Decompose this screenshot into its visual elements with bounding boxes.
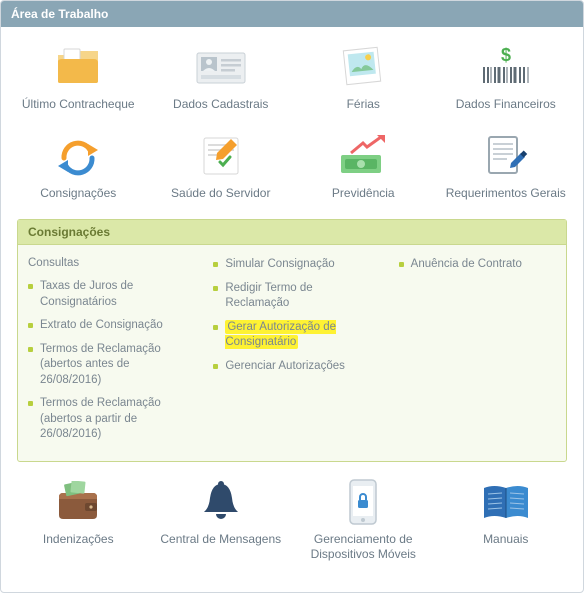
sub-panel-title: Consignações bbox=[18, 220, 566, 245]
open-book-icon bbox=[441, 478, 571, 526]
tile-label: Consignações bbox=[13, 186, 143, 201]
link-simular-consignacao[interactable]: Simular Consignação bbox=[213, 253, 370, 277]
tile-indenizacoes[interactable]: Indenizações bbox=[13, 478, 143, 562]
panel-body: Último Contracheque Dados Cadastr bbox=[1, 27, 583, 592]
tile-row-1: Último Contracheque Dados Cadastr bbox=[7, 37, 577, 126]
link-list-outros: Anuência de Contrato bbox=[399, 253, 556, 277]
link-gerar-autorizacao[interactable]: Gerar Autorização de Consignatário bbox=[213, 316, 370, 355]
refresh-arrows-icon bbox=[13, 132, 143, 180]
tile-manuais[interactable]: Manuais bbox=[441, 478, 571, 562]
tile-label: Férias bbox=[298, 97, 428, 112]
vacation-photo-icon bbox=[298, 43, 428, 91]
tile-label: Último Contracheque bbox=[13, 97, 143, 112]
link-taxas-juros[interactable]: Taxas de Juros de Consignatários bbox=[28, 275, 185, 314]
sub-col-acoes: Simular Consignação Redigir Termo de Rec… bbox=[213, 253, 370, 447]
work-area-panel: Área de Trabalho Último Contracheque bbox=[0, 0, 584, 593]
cash-growth-icon bbox=[298, 132, 428, 180]
tile-label: Dados Financeiros bbox=[441, 97, 571, 112]
health-note-icon bbox=[156, 132, 286, 180]
sub-col-consultas: Consultas Taxas de Juros de Consignatári… bbox=[28, 253, 185, 447]
id-card-icon bbox=[156, 43, 286, 91]
tile-row-3: Indenizações Central de Mensagens bbox=[7, 472, 577, 576]
tile-label: Saúde do Servidor bbox=[156, 186, 286, 201]
tile-ultimo-contracheque[interactable]: Último Contracheque bbox=[13, 43, 143, 112]
sub-panel-body: Consultas Taxas de Juros de Consignatári… bbox=[18, 245, 566, 461]
tile-ger-disp-moveis[interactable]: Gerenciamento de Dispositivos Móveis bbox=[298, 478, 428, 562]
document-edit-icon bbox=[441, 132, 571, 180]
link-termos-depois[interactable]: Termos de Reclamação (abertos a partir d… bbox=[28, 392, 185, 447]
folder-icon bbox=[13, 43, 143, 91]
tile-central-mensagens[interactable]: Central de Mensagens bbox=[156, 478, 286, 562]
link-anuencia-contrato[interactable]: Anuência de Contrato bbox=[399, 253, 556, 277]
link-list-acoes: Simular Consignação Redigir Termo de Rec… bbox=[213, 253, 370, 378]
tile-ferias[interactable]: Férias bbox=[298, 43, 428, 112]
wallet-icon bbox=[13, 478, 143, 526]
tile-label: Requerimentos Gerais bbox=[441, 186, 571, 201]
tile-label: Manuais bbox=[441, 532, 571, 547]
sub-col-header: Consultas bbox=[28, 257, 185, 269]
tile-dados-financeiros[interactable]: $ Dados Financeiros bbox=[441, 43, 571, 112]
link-termos-antes[interactable]: Termos de Reclamação (abertos antes de 2… bbox=[28, 338, 185, 393]
link-redigir-termo[interactable]: Redigir Termo de Reclamação bbox=[213, 277, 370, 316]
link-gerenciar-autorizacoes[interactable]: Gerenciar Autorizações bbox=[213, 355, 370, 379]
sub-col-outros: Anuência de Contrato bbox=[399, 253, 556, 447]
bell-icon bbox=[156, 478, 286, 526]
tile-previdencia[interactable]: Previdência bbox=[298, 132, 428, 201]
panel-title: Área de Trabalho bbox=[1, 1, 583, 27]
tile-requerimentos-gerais[interactable]: Requerimentos Gerais bbox=[441, 132, 571, 201]
svg-text:$: $ bbox=[501, 47, 511, 65]
money-barcode-icon: $ bbox=[441, 43, 571, 91]
tile-row-2: Consignações Saúde do Servidor bbox=[7, 126, 577, 215]
link-extrato-consignacao[interactable]: Extrato de Consignação bbox=[28, 314, 185, 338]
tile-consignacoes[interactable]: Consignações bbox=[13, 132, 143, 201]
tile-label: Gerenciamento de Dispositivos Móveis bbox=[298, 532, 428, 562]
tile-label: Indenizações bbox=[13, 532, 143, 547]
tile-label: Dados Cadastrais bbox=[156, 97, 286, 112]
tile-dados-cadastrais[interactable]: Dados Cadastrais bbox=[156, 43, 286, 112]
phone-lock-icon bbox=[298, 478, 428, 526]
consignacoes-sub-panel: Consignações Consultas Taxas de Juros de… bbox=[17, 219, 567, 462]
tile-label: Previdência bbox=[298, 186, 428, 201]
tile-label: Central de Mensagens bbox=[156, 532, 286, 547]
highlight: Gerar Autorização de Consignatário bbox=[225, 320, 336, 350]
tile-saude-servidor[interactable]: Saúde do Servidor bbox=[156, 132, 286, 201]
link-list-consultas: Taxas de Juros de Consignatários Extrato… bbox=[28, 275, 185, 447]
